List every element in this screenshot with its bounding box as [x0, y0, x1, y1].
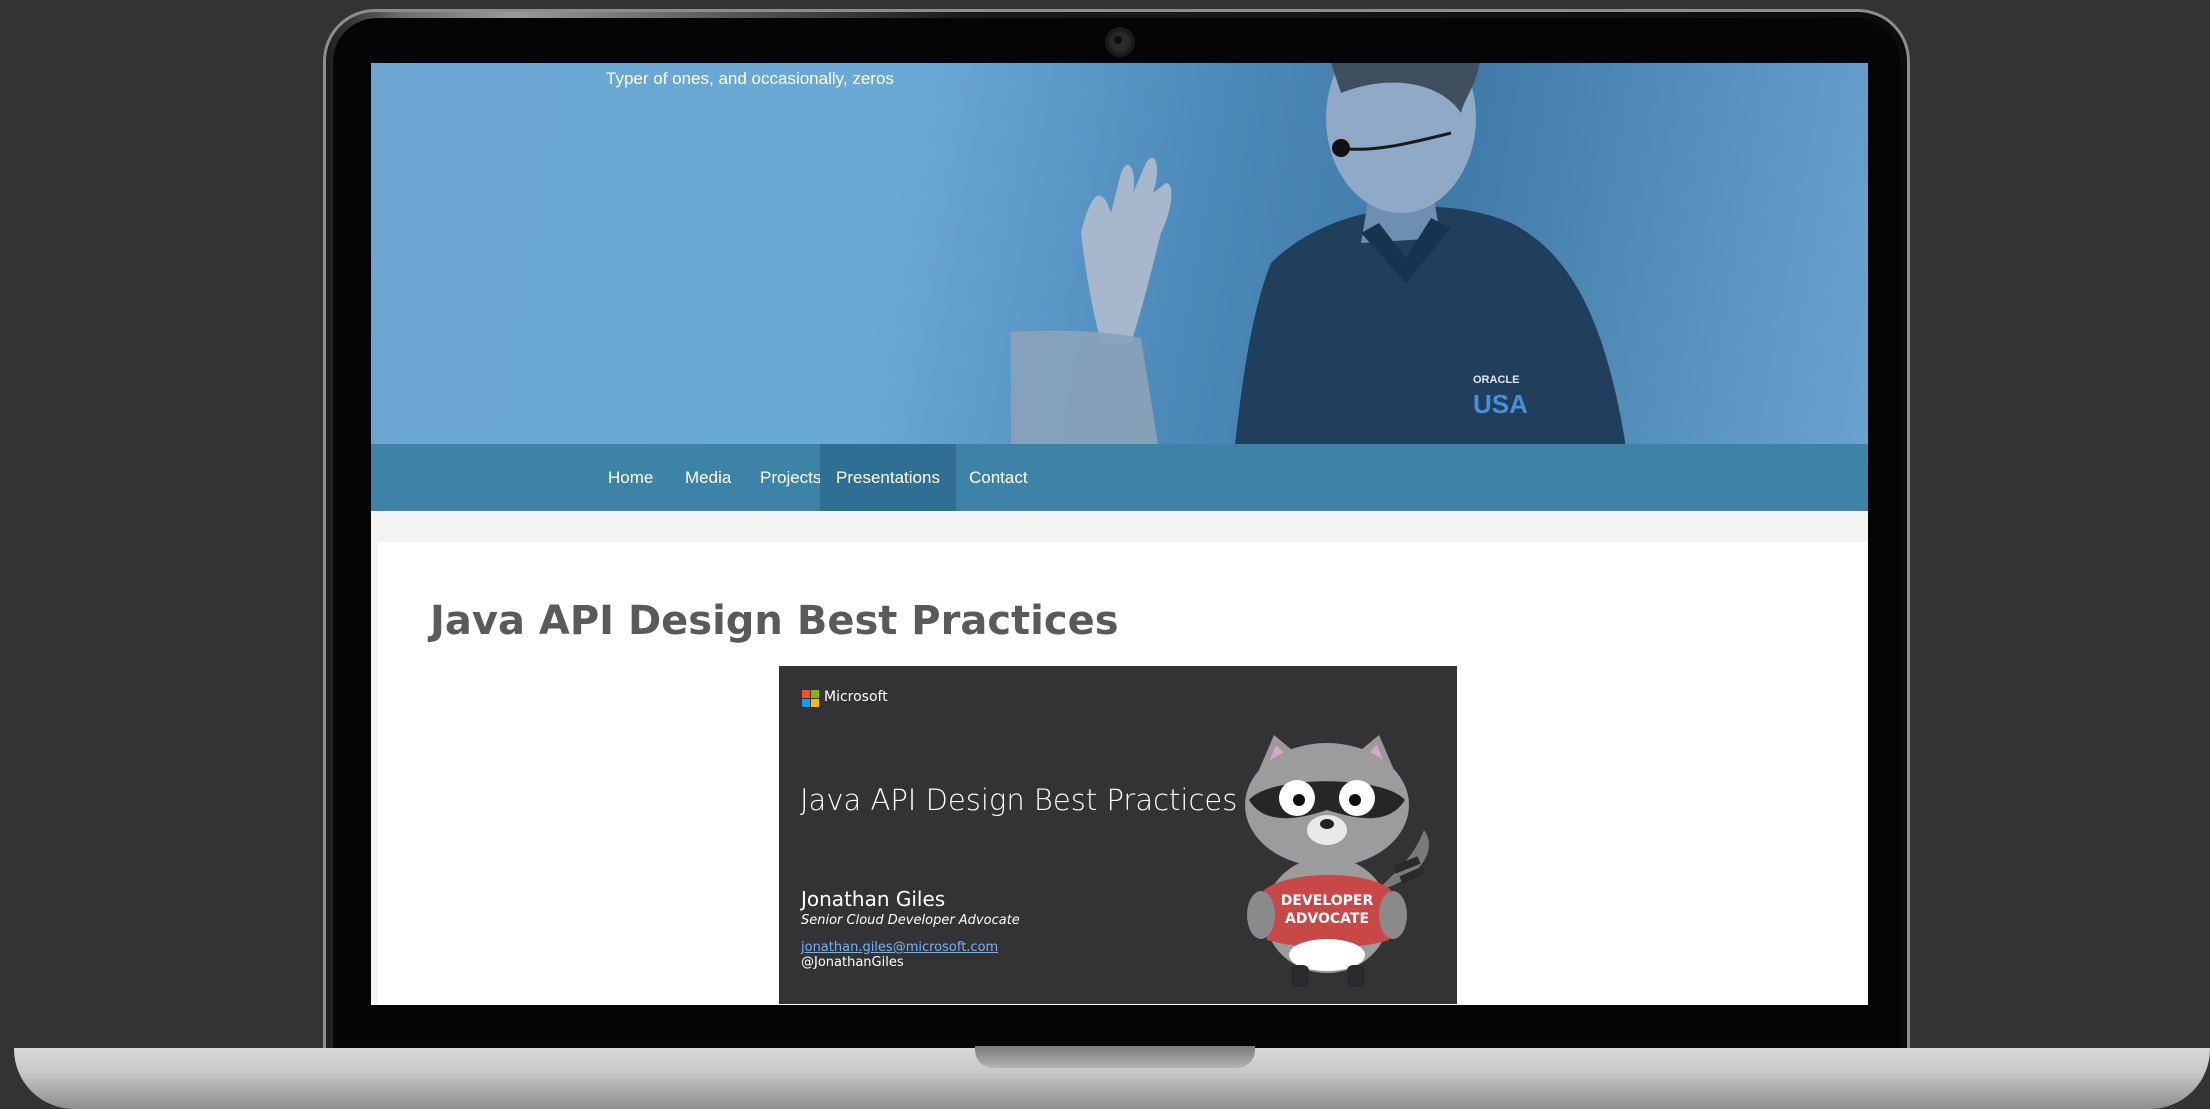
laptop-base-notch [975, 1046, 1255, 1068]
nav-home[interactable]: Home [592, 444, 669, 511]
microsoft-logo-icon [802, 690, 819, 707]
svg-text:DEVELOPER: DEVELOPER [1281, 893, 1374, 909]
nav-media[interactable]: Media [669, 444, 747, 511]
slide-email-link[interactable]: jonathan.giles@microsoft.com [801, 940, 998, 955]
site-tagline: Typer of ones, and occasionally, zeros [606, 69, 894, 88]
slide-brand: Microsoft [824, 689, 888, 705]
slide-presenter: Jonathan Giles [801, 887, 946, 911]
webcam-lens [1114, 36, 1122, 44]
slide-role: Senior Cloud Developer Advocate [801, 913, 1020, 928]
slide-title: Java API Design Best Practices [800, 783, 1238, 817]
svg-text:USA: USA [1473, 389, 1528, 419]
presentation-slide[interactable]: Microsoft Java API Design Best Practices… [779, 666, 1457, 1004]
nav-presentations[interactable]: Presentations [820, 444, 956, 511]
svg-text:ADVOCATE: ADVOCATE [1285, 911, 1369, 927]
raccoon-mascot-icon: DEVELOPER ADVOCATE [1245, 735, 1429, 987]
page-title: Java API Design Best Practices [430, 598, 1119, 644]
hero-photo-speaker: ORACLE USA [1011, 63, 1626, 445]
slide-handle: @JonathanGiles [801, 955, 904, 970]
main-content: Java API Design Best Practices Microsoft… [378, 542, 1868, 1005]
hero-banner: ORACLE USA Typer of ones, and occasional… [371, 63, 1868, 445]
nav-contact[interactable]: Contact [953, 444, 1044, 511]
browser-viewport: ORACLE USA Typer of ones, and occasional… [371, 63, 1868, 1005]
svg-text:ORACLE: ORACLE [1473, 374, 1519, 386]
main-nav: Home Media Projects Presentations Contac… [371, 444, 1868, 511]
